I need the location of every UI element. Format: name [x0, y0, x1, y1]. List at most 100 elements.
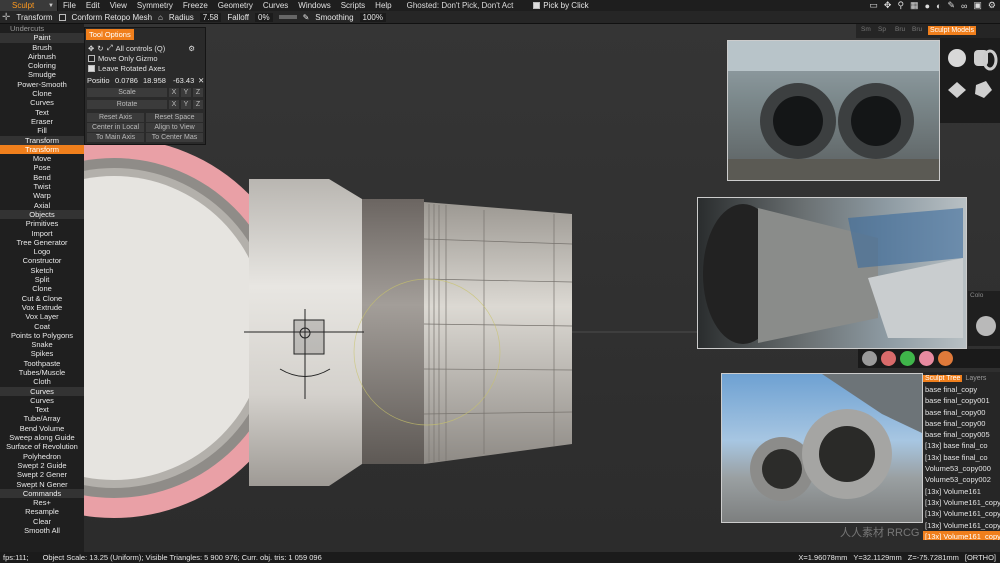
- falloff-slider[interactable]: [278, 15, 297, 19]
- command-clear[interactable]: Clear: [0, 517, 84, 526]
- menu-help[interactable]: Help: [370, 1, 396, 10]
- tool-move[interactable]: Move: [0, 154, 84, 163]
- align-to-view-button[interactable]: Align to View: [146, 123, 203, 132]
- tool-undercuts[interactable]: Undercuts: [0, 24, 84, 33]
- tree-item[interactable]: [13x] base final_co: [923, 452, 1000, 463]
- controls-dropdown[interactable]: All controls (Q): [116, 44, 166, 53]
- tool-airbrush[interactable]: Airbrush: [0, 52, 84, 61]
- menu-view[interactable]: View: [105, 1, 132, 10]
- tab-sculpt-models[interactable]: Sculpt Models: [928, 26, 976, 35]
- swatch-pink[interactable]: [919, 351, 934, 366]
- falloff-field[interactable]: 0%: [255, 12, 273, 22]
- tool-logo[interactable]: Logo: [0, 247, 84, 256]
- tool-transform[interactable]: Transform: [0, 144, 84, 155]
- tree-item[interactable]: base final_copy00: [923, 418, 1000, 429]
- material-sphere-icon[interactable]: [976, 316, 996, 336]
- tool-primitives[interactable]: Primitives: [0, 219, 84, 228]
- mode-select[interactable]: Sculpt ▼: [0, 0, 58, 11]
- rotate-z-button[interactable]: Z: [193, 100, 203, 109]
- link-icon[interactable]: ∞: [961, 1, 967, 11]
- rotate-y-button[interactable]: Y: [181, 100, 191, 109]
- swatch-grey[interactable]: [862, 351, 877, 366]
- menu-symmetry[interactable]: Symmetry: [132, 1, 178, 10]
- tool-options-tab[interactable]: Tool Options: [86, 29, 134, 40]
- tool-toothpaste[interactable]: Toothpaste: [0, 359, 84, 368]
- camera-icon[interactable]: ▣: [973, 0, 982, 11]
- reference-photo-2[interactable]: [697, 197, 967, 349]
- tool-snake[interactable]: Snake: [0, 340, 84, 349]
- tool-constructor[interactable]: Constructor: [0, 256, 84, 265]
- conform-checkbox[interactable]: [58, 13, 66, 21]
- sphere-icon[interactable]: ●: [925, 1, 930, 11]
- frame-icon[interactable]: ▭: [869, 0, 878, 11]
- checker-icon[interactable]: ▦: [910, 0, 919, 11]
- light-icon[interactable]: ◐: [936, 1, 941, 11]
- move-icon[interactable]: ✥: [88, 44, 94, 53]
- tool-fill[interactable]: Fill: [0, 126, 84, 135]
- brush-icon[interactable]: ✎: [947, 0, 955, 11]
- radius-field[interactable]: 7.58: [199, 12, 222, 22]
- tool-text[interactable]: Text: [0, 108, 84, 117]
- tool-swept-2-guide[interactable]: Swept 2 Guide: [0, 461, 84, 470]
- tool-tube-array[interactable]: Tube/Array: [0, 414, 84, 423]
- menu-file[interactable]: File: [58, 1, 81, 10]
- tree-item[interactable]: [13x] base final_co: [923, 440, 1000, 451]
- tool-swept-n-gener[interactable]: Swept N Gener: [0, 480, 84, 489]
- tree-item[interactable]: [13x] Volume161: [923, 486, 1000, 497]
- command-res-plus[interactable]: Res+: [0, 498, 84, 507]
- tree-item[interactable]: Volume53_copy002: [923, 474, 1000, 485]
- tool-import[interactable]: Import: [0, 229, 84, 238]
- tool-pose[interactable]: Pose: [0, 163, 84, 172]
- tool-coloring[interactable]: Coloring: [0, 61, 84, 70]
- tree-item[interactable]: base final_copy00: [923, 407, 1000, 418]
- menu-edit[interactable]: Edit: [81, 1, 105, 10]
- tool-coat[interactable]: Coat: [0, 322, 84, 331]
- tool-text-2[interactable]: Text: [0, 405, 84, 414]
- reset-axis-button[interactable]: Reset Axis: [87, 113, 144, 122]
- tool-clone-object[interactable]: Clone: [0, 284, 84, 293]
- menu-geometry[interactable]: Geometry: [213, 1, 258, 10]
- pick-by-click-checkbox[interactable]: [533, 2, 541, 9]
- sphere-model-icon[interactable]: [948, 49, 966, 67]
- rotate-button[interactable]: Rotate: [87, 100, 167, 109]
- rotate-icon[interactable]: ↻: [97, 44, 103, 53]
- tab-layers[interactable]: Layers: [962, 375, 989, 382]
- tree-item[interactable]: [13x] Volume161_copy: [923, 520, 1000, 531]
- tree-item-selected[interactable]: [13x] Volume161_copy: [923, 530, 1000, 540]
- tool-swept-2-gener[interactable]: Swept 2 Gener: [0, 470, 84, 479]
- tab-strip-4[interactable]: Bru: [912, 26, 922, 33]
- tool-cut-clone[interactable]: Cut & Clone: [0, 294, 84, 303]
- tool-curves-2[interactable]: Curves: [0, 396, 84, 405]
- tool-spikes[interactable]: Spikes: [0, 349, 84, 358]
- to-center-mass-button[interactable]: To Center Mas: [146, 133, 203, 142]
- scale-icon[interactable]: ⤢: [107, 43, 113, 53]
- section-paint[interactable]: Paint: [0, 33, 84, 43]
- tool-vox-extrude[interactable]: Vox Extrude: [0, 303, 84, 312]
- tree-item[interactable]: Volume53_copy000: [923, 463, 1000, 474]
- gear-icon[interactable]: ⚙: [188, 44, 195, 53]
- menu-windows[interactable]: Windows: [293, 1, 335, 10]
- tree-item[interactable]: [13x] Volume161_copy: [923, 497, 1000, 508]
- center-in-local-button[interactable]: Center in Local: [87, 123, 144, 132]
- tool-bend-volume[interactable]: Bend Volume: [0, 424, 84, 433]
- tool-brush[interactable]: Brush: [0, 43, 84, 52]
- reference-photo-1[interactable]: [727, 40, 940, 181]
- swatch-green[interactable]: [900, 351, 915, 366]
- tool-twist[interactable]: Twist: [0, 182, 84, 191]
- tool-polyhedron[interactable]: Polyhedron: [0, 452, 84, 461]
- tab-strip-1[interactable]: Sm: [861, 26, 871, 33]
- reset-space-button[interactable]: Reset Space: [146, 113, 203, 122]
- tree-item[interactable]: base final_copy005: [923, 429, 1000, 440]
- settings-icon[interactable]: ⚙: [988, 0, 996, 11]
- to-main-axis-button[interactable]: To Main Axis: [87, 133, 144, 142]
- section-commands[interactable]: Commands: [0, 488, 84, 499]
- tool-curves[interactable]: Curves: [0, 98, 84, 107]
- tool-bend[interactable]: Bend: [0, 173, 84, 182]
- menu-scripts[interactable]: Scripts: [336, 1, 370, 10]
- position-y-field[interactable]: 18.958: [143, 76, 166, 85]
- tool-sweep-along-guide[interactable]: Sweep along Guide: [0, 433, 84, 442]
- menu-curves[interactable]: Curves: [258, 1, 293, 10]
- position-x-field[interactable]: 0.0786: [115, 76, 138, 85]
- command-smooth-all[interactable]: Smooth All: [0, 526, 84, 535]
- tool-axial[interactable]: Axial: [0, 201, 84, 210]
